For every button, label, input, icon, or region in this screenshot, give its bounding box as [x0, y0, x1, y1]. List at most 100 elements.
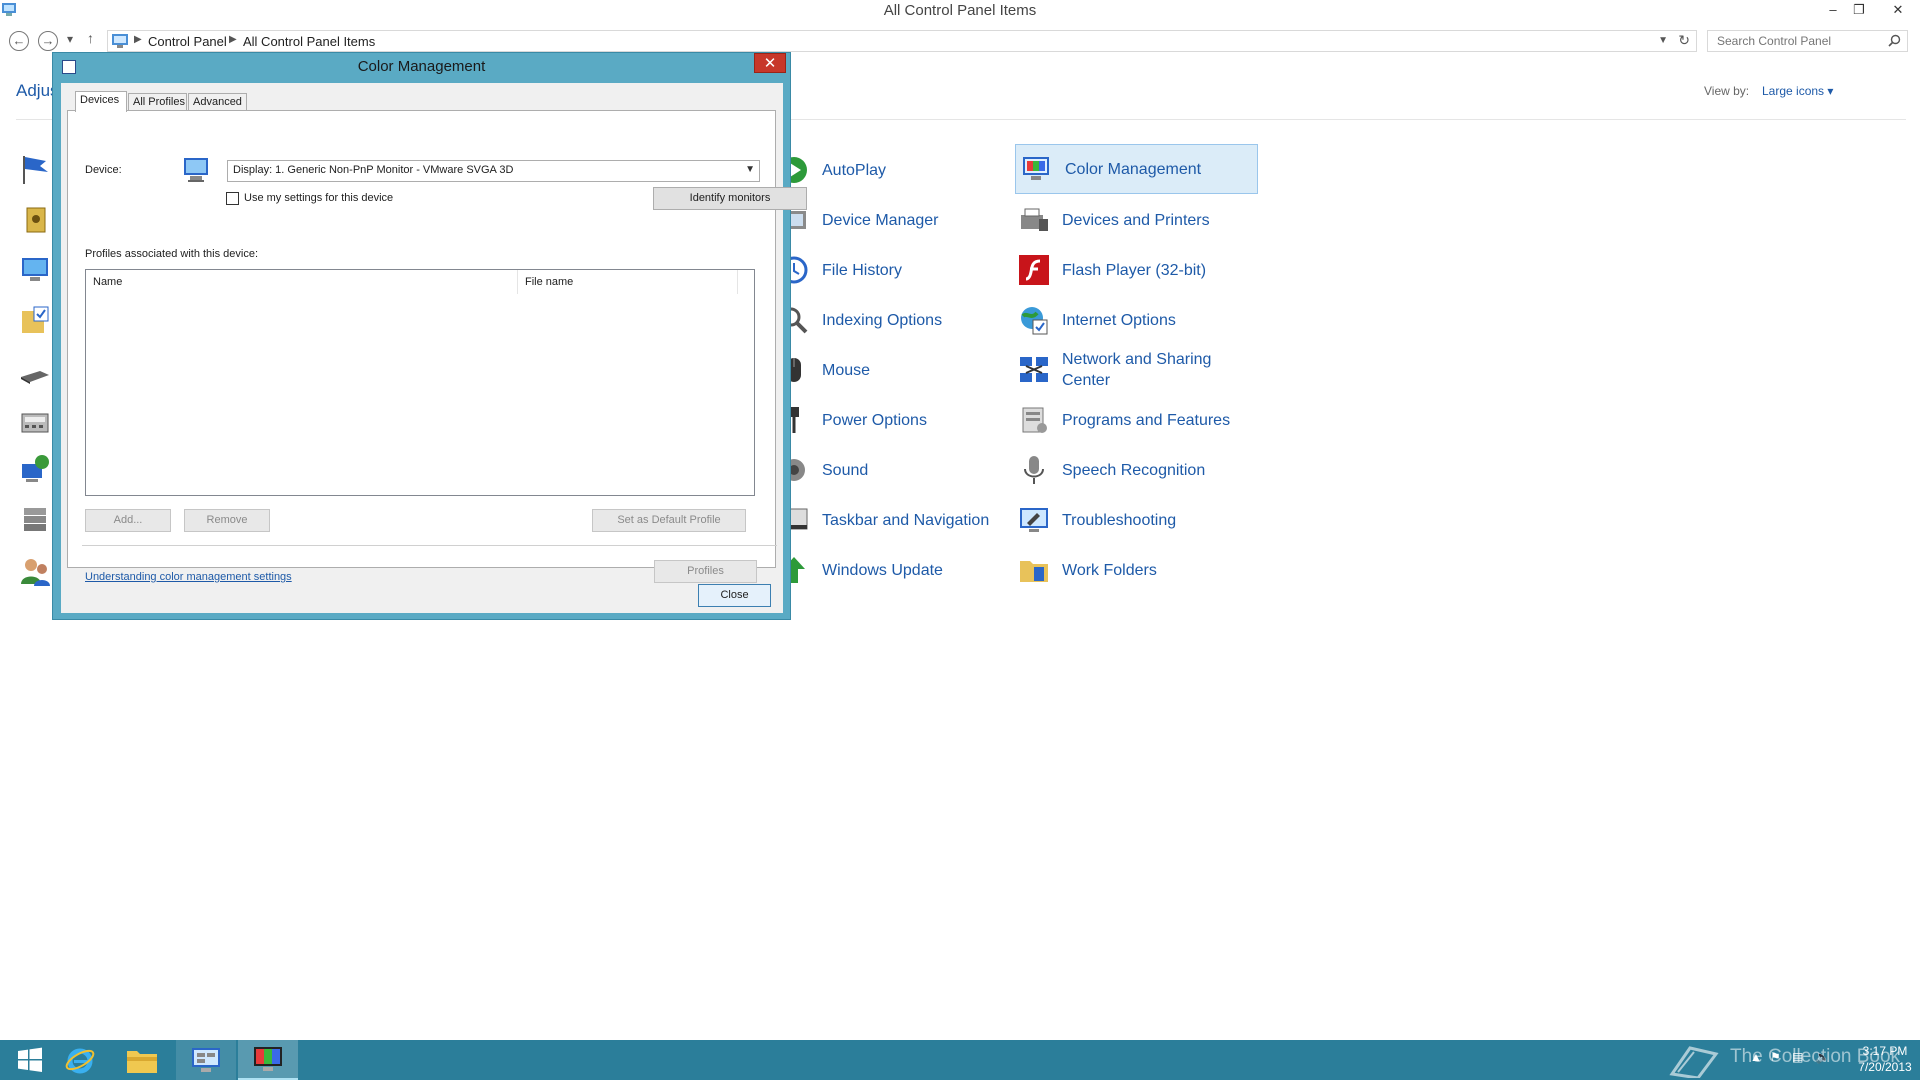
item-network-sharing[interactable]: Network and Sharing Center — [1016, 345, 1222, 395]
item-speech-recognition[interactable]: Speech Recognition — [1016, 445, 1205, 495]
item-file-history[interactable]: File History — [776, 245, 902, 295]
color-management-icon — [254, 1047, 282, 1071]
tab-advanced[interactable]: Advanced — [188, 93, 247, 111]
view-by-label: View by: — [1704, 84, 1750, 98]
column-header-file-name[interactable]: File name — [525, 276, 573, 288]
devices-tab-panel: Device: Display: 1. Generic Non-PnP Moni… — [67, 110, 807, 583]
item-troubleshooting[interactable]: Troubleshooting — [1016, 495, 1176, 545]
network-icon[interactable]: ▤ — [1792, 1050, 1803, 1064]
window-close-button[interactable]: ✕ — [1880, 0, 1916, 20]
phone-and-modem-icon[interactable] — [18, 406, 52, 440]
view-by-dropdown[interactable]: Large icons ▾ — [1762, 84, 1833, 98]
taskbar-control-panel[interactable] — [176, 1040, 236, 1080]
search-box[interactable] — [1707, 30, 1908, 52]
item-work-folders[interactable]: Work Folders — [1016, 545, 1157, 595]
taskbar-internet-explorer[interactable] — [50, 1040, 110, 1080]
use-my-settings-checkbox[interactable] — [226, 192, 239, 205]
item-label: Color Management — [1065, 160, 1202, 178]
display-icon[interactable] — [18, 253, 52, 287]
search-icon[interactable] — [1888, 34, 1901, 47]
item-label: File History — [822, 261, 903, 279]
restore-button[interactable]: ❐ — [1846, 0, 1872, 20]
internet-options-icon — [1016, 302, 1052, 338]
remove-profile-button[interactable]: Remove — [184, 509, 270, 532]
taskbar-file-explorer[interactable] — [112, 1040, 172, 1080]
action-center-icon[interactable] — [18, 152, 52, 186]
folder-icon — [127, 1051, 157, 1073]
breadcrumb-separator[interactable]: ▶ — [229, 34, 237, 45]
troubleshooting-icon — [1016, 502, 1052, 538]
tab-all-profiles[interactable]: All Profiles — [128, 93, 187, 111]
up-button[interactable]: ↑ — [87, 30, 94, 46]
item-label: Mouse — [822, 361, 871, 379]
item-internet-options[interactable]: Internet Options — [1016, 295, 1176, 345]
item-label: AutoPlay — [822, 161, 887, 179]
item-label: Windows Update — [822, 561, 943, 579]
remoteapp-icon[interactable] — [18, 452, 52, 486]
internet-explorer-icon — [65, 1048, 95, 1074]
devices-printers-icon — [1016, 202, 1052, 238]
refresh-icon[interactable]: ↻ — [1678, 32, 1690, 49]
show-hidden-icons[interactable]: ▲ — [1750, 1050, 1762, 1064]
forward-button[interactable]: → — [38, 31, 58, 51]
item-programs-features[interactable]: Programs and Features — [1016, 395, 1230, 445]
dialog-title: Color Management — [357, 58, 486, 75]
use-my-settings-label[interactable]: Use my settings for this device — [244, 192, 393, 204]
item-color-management[interactable]: Color Management — [1015, 144, 1258, 194]
column-divider[interactable] — [517, 270, 518, 294]
item-label: Devices and Printers — [1062, 211, 1210, 229]
address-bar[interactable]: ▶ Control Panel ▶ All Control Panel Item… — [107, 30, 1697, 52]
address-dropdown-icon[interactable]: ▼ — [1658, 35, 1668, 46]
profiles-list[interactable]: Name File name — [85, 269, 755, 496]
device-select[interactable]: Display: 1. Generic Non-PnP Monitor - VM… — [227, 160, 760, 182]
item-windows-update[interactable]: Windows Update — [776, 545, 943, 595]
window-titlebar: All Control Panel Items ‒ ❐ ✕ — [0, 0, 1920, 22]
monitor-icon — [184, 158, 208, 182]
device-select-value: Display: 1. Generic Non-PnP Monitor - VM… — [233, 164, 514, 176]
tab-devices[interactable]: Devices — [75, 91, 127, 112]
folder-options-icon[interactable] — [18, 303, 52, 337]
control-panel-icon — [112, 34, 128, 48]
item-label: Taskbar and Navigation — [822, 511, 990, 529]
system-clock[interactable]: 3:17 PM 7/20/2013 — [1852, 1043, 1918, 1075]
back-button[interactable]: ← — [9, 31, 29, 51]
profiles-button[interactable]: Profiles — [654, 560, 757, 583]
item-devices-and-printers[interactable]: Devices and Printers — [1016, 195, 1210, 245]
storage-spaces-icon[interactable] — [18, 502, 52, 536]
column-header-name[interactable]: Name — [93, 276, 122, 288]
item-indexing-options[interactable]: Indexing Options — [776, 295, 942, 345]
window-title: All Control Panel Items — [883, 2, 1037, 19]
keyboard-icon[interactable] — [18, 357, 52, 391]
identify-monitors-button[interactable]: Identify monitors — [653, 187, 807, 210]
set-default-profile-button[interactable]: Set as Default Profile — [592, 509, 746, 532]
volume-icon[interactable]: 🔈 — [1815, 1050, 1830, 1064]
close-button[interactable]: Close — [698, 584, 771, 607]
chevron-down-icon: ▼ — [745, 164, 755, 175]
flash-player-icon — [1016, 252, 1052, 288]
breadcrumb-control-panel[interactable]: Control Panel — [148, 34, 227, 49]
item-taskbar-navigation[interactable]: Taskbar and Navigation — [776, 495, 989, 545]
user-accounts-icon[interactable] — [18, 554, 52, 588]
taskbar: The Collection Book ▲ ⚑ ▤ 🔈 3:17 PM 7/20… — [0, 1040, 1920, 1080]
action-center-flag-icon[interactable]: ⚑ — [1770, 1050, 1781, 1064]
divider — [82, 545, 777, 546]
color-management-dialog: Color Management ✕ Devices All Profiles … — [52, 52, 807, 620]
item-label: Work Folders — [1062, 561, 1157, 579]
add-profile-button[interactable]: Add... — [85, 509, 171, 532]
navigation-bar: ← → ▾ ↑ ▶ Control Panel ▶ All Control Pa… — [0, 28, 1920, 52]
bitlocker-icon[interactable] — [18, 203, 52, 237]
dialog-close-icon[interactable]: ✕ — [754, 53, 786, 73]
network-sharing-icon — [1016, 352, 1052, 388]
taskbar-color-management[interactable] — [238, 1040, 298, 1080]
item-label: Speech Recognition — [1062, 461, 1206, 479]
help-link[interactable]: Understanding color management settings — [85, 571, 292, 583]
item-flash-player[interactable]: Flash Player (32-bit) — [1016, 245, 1206, 295]
minimize-button[interactable]: ‒ — [1820, 0, 1846, 20]
search-input[interactable] — [1715, 32, 1885, 50]
recent-locations-dropdown[interactable]: ▾ — [67, 32, 73, 46]
column-divider[interactable] — [737, 270, 738, 294]
windows-logo-icon — [18, 1047, 42, 1072]
item-power-options[interactable]: Power Options — [776, 395, 927, 445]
breadcrumb-all-items[interactable]: All Control Panel Items — [243, 34, 375, 49]
breadcrumb-separator[interactable]: ▶ — [134, 34, 142, 45]
